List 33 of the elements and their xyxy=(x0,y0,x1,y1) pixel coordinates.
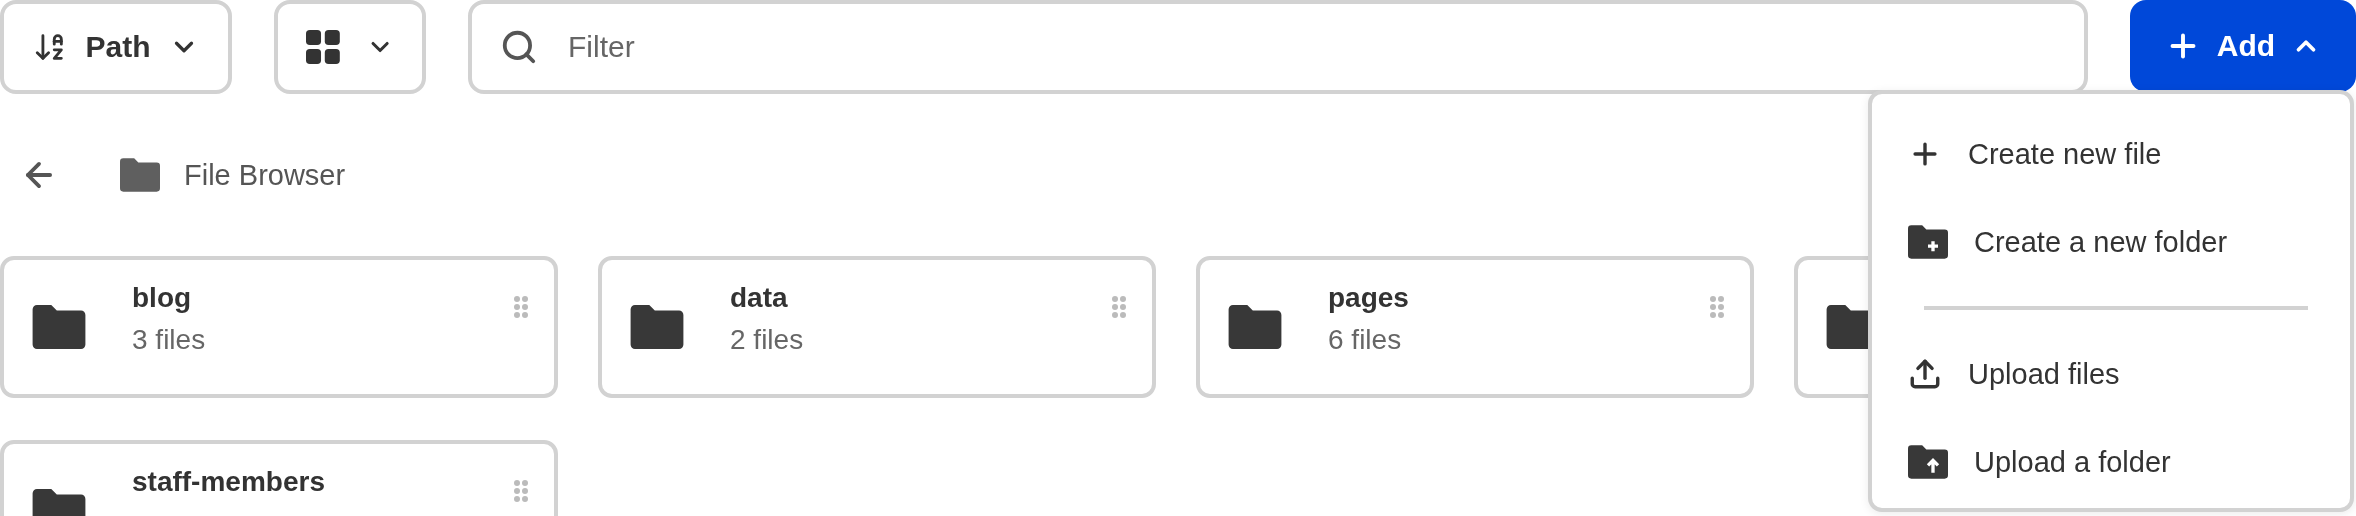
menu-item[interactable]: Create new file xyxy=(1872,110,2350,198)
folder-plus-icon xyxy=(1908,225,1948,259)
folder-name: data xyxy=(730,282,789,314)
drag-handle-icon[interactable] xyxy=(1710,296,1724,318)
folder-card[interactable]: data 2 files xyxy=(598,256,1156,398)
folder-card[interactable]: blog 3 files xyxy=(0,256,558,398)
drag-handle-icon[interactable] xyxy=(514,296,528,318)
folder-card[interactable]: pages 6 files xyxy=(1196,256,1754,398)
grid-icon xyxy=(306,29,340,65)
file-count: 6 files xyxy=(1328,324,1403,356)
filter-field[interactable]: Filter xyxy=(468,0,2088,94)
menu-item[interactable]: Upload a folder xyxy=(1872,418,2350,506)
folder-icon xyxy=(630,305,684,349)
drag-handle-icon[interactable] xyxy=(514,480,528,502)
add-button[interactable]: Add xyxy=(2130,0,2356,92)
folder-icon xyxy=(1228,305,1282,349)
menu-item[interactable]: Upload files xyxy=(1872,330,2350,418)
drag-handle-icon[interactable] xyxy=(1112,296,1126,318)
folder-icon xyxy=(32,305,86,349)
folder-icon xyxy=(120,158,160,192)
folder-card[interactable]: staff-members xyxy=(0,440,558,516)
view-button[interactable] xyxy=(274,0,426,94)
folder-name: pages xyxy=(1328,282,1410,314)
folder-name: staff-members xyxy=(132,466,326,498)
folder-upload-icon xyxy=(1908,445,1948,479)
search-icon xyxy=(500,28,538,66)
file-count: 3 files xyxy=(132,324,207,356)
breadcrumb-label: File Browser xyxy=(184,158,346,192)
folder-name: blog xyxy=(132,282,193,314)
upload-icon xyxy=(1908,357,1942,391)
menu-item[interactable]: Create a new folder xyxy=(1872,198,2350,286)
file-count: 2 files xyxy=(730,324,805,356)
sort-button[interactable]: Path xyxy=(0,0,232,94)
